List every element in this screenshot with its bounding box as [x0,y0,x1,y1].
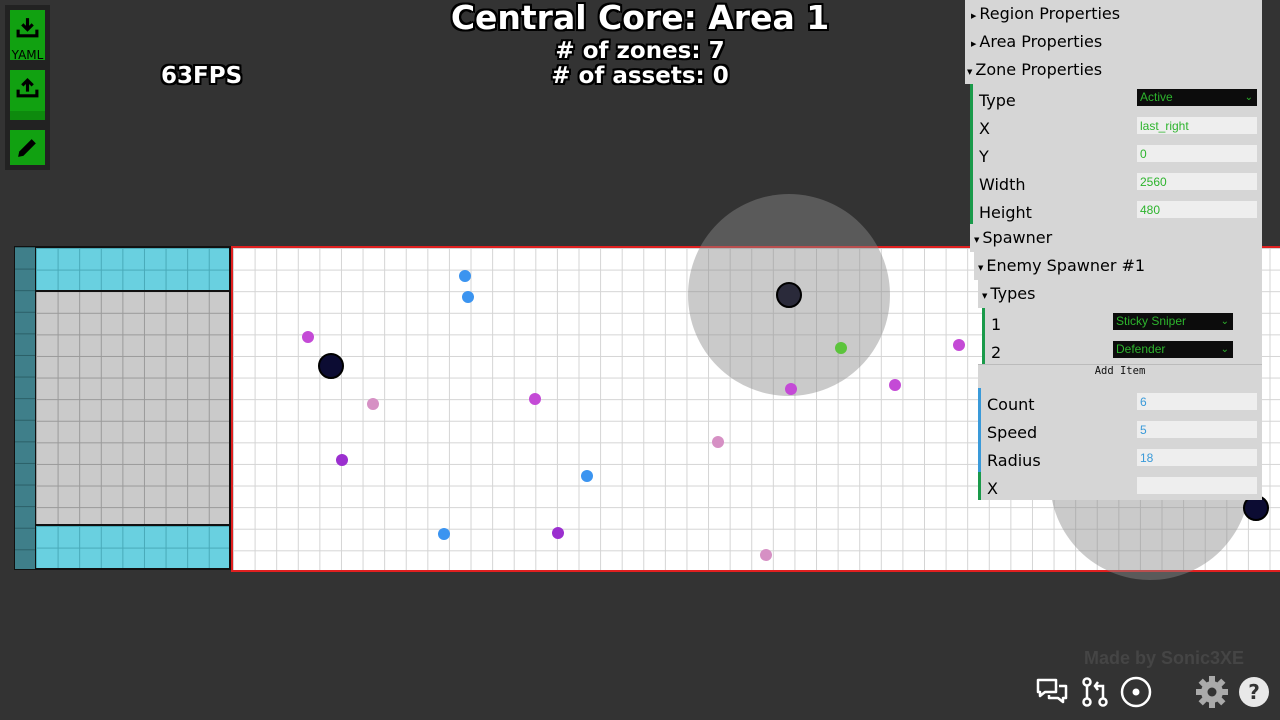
zone-height-input[interactable] [1137,201,1257,218]
caret-down-icon: ▼ [974,236,980,244]
enemy-magenta [785,383,797,395]
spawner-label: Spawner [982,228,1053,247]
chat-icon[interactable] [1035,675,1069,709]
record-icon[interactable] [1119,675,1153,709]
type-select-2[interactable]: Defender ⌄ [1113,341,1233,358]
speed-row: Speed [978,416,1262,444]
svg-text:?: ? [1248,680,1260,704]
type-index-1: 1 [991,315,1002,334]
type-value-1: Sticky Sniper [1116,314,1187,328]
enemy-pink [760,549,772,561]
zone-type-row: Type Active ⌄ [970,84,1262,112]
enemy-blue [438,528,450,540]
chevron-down-icon: ⌄ [1220,316,1229,327]
gear-icon[interactable] [1195,675,1229,709]
zone-x-input[interactable] [1137,117,1257,134]
add-item-button[interactable]: Add Item [978,364,1262,389]
spawner-x-row: X [978,472,1262,500]
zone-width-input[interactable] [1137,173,1257,190]
enemy-pink [367,398,379,410]
zone-height-row: Height [970,196,1262,224]
enemy-spawner-label: Enemy Spawner #1 [986,256,1146,275]
radius-row: Radius [978,444,1262,472]
git-pull-request-icon[interactable] [1078,675,1112,709]
enemy-purple [552,527,564,539]
count-input[interactable] [1137,393,1257,410]
zone-y-input[interactable] [1137,145,1257,162]
region-properties-header[interactable]: ▶ Region Properties [965,0,1262,28]
zone-type-value: Active [1140,90,1173,104]
types-header[interactable]: ▼ Types [978,280,1262,308]
area-properties-label: Area Properties [979,32,1103,51]
chevron-down-icon: ⌄ [1220,344,1229,355]
caret-right-icon: ▶ [971,40,977,48]
zone-type-label: Type [979,91,1016,110]
enemy-dark [776,282,802,308]
count-label: Count [987,395,1035,414]
zone-width-row: Width [970,168,1262,196]
radius-input[interactable] [1137,449,1257,466]
zone-type-select[interactable]: Active ⌄ [1137,89,1257,106]
spawner-header[interactable]: ▼ Spawner [970,224,1262,252]
enemy-blue [581,470,593,482]
enemy-green [835,342,847,354]
type-row-1: 1 Sticky Sniper ⌄ [982,308,1262,336]
enemy-magenta [529,393,541,405]
type-index-2: 2 [991,343,1002,362]
enemy-blue [462,291,474,303]
spawner-x-label: X [987,479,998,498]
caret-down-icon: ▼ [967,68,973,76]
spawner-x-input[interactable] [1137,477,1257,494]
zone-properties-label: Zone Properties [975,60,1103,79]
zone-y-label: Y [979,147,989,166]
caret-down-icon: ▼ [978,264,984,272]
area-properties-header[interactable]: ▶ Area Properties [965,28,1262,56]
types-label: Types [990,284,1036,303]
caret-down-icon: ▼ [982,292,988,300]
type-select-1[interactable]: Sticky Sniper ⌄ [1113,313,1233,330]
enemy-magenta [889,379,901,391]
zone-width-label: Width [979,175,1026,194]
type-value-2: Defender [1116,342,1166,356]
credit-text: Made by Sonic3XE [1084,648,1245,668]
type-row-2: 2 Defender ⌄ [982,336,1262,364]
enemy-magenta [953,339,965,351]
region-properties-label: Region Properties [979,4,1121,23]
enemy-blue [459,270,471,282]
radius-label: Radius [987,451,1041,470]
caret-right-icon: ▶ [971,12,977,20]
chevron-down-icon: ⌄ [1244,92,1253,103]
zone-x-row: X [970,112,1262,140]
zone-properties-header[interactable]: ▼ Zone Properties [965,56,1262,84]
help-icon[interactable]: ? [1237,675,1271,709]
enemy-purple [336,454,348,466]
speed-label: Speed [987,423,1038,442]
speed-input[interactable] [1137,421,1257,438]
enemy-spawner-header[interactable]: ▼ Enemy Spawner #1 [974,252,1262,280]
zone-y-row: Y [970,140,1262,168]
count-row: Count [978,388,1262,416]
zone-x-label: X [979,119,990,138]
enemy-dark [318,353,344,379]
enemy-magenta [302,331,314,343]
enemy-pink [712,436,724,448]
zone-height-label: Height [979,203,1032,222]
